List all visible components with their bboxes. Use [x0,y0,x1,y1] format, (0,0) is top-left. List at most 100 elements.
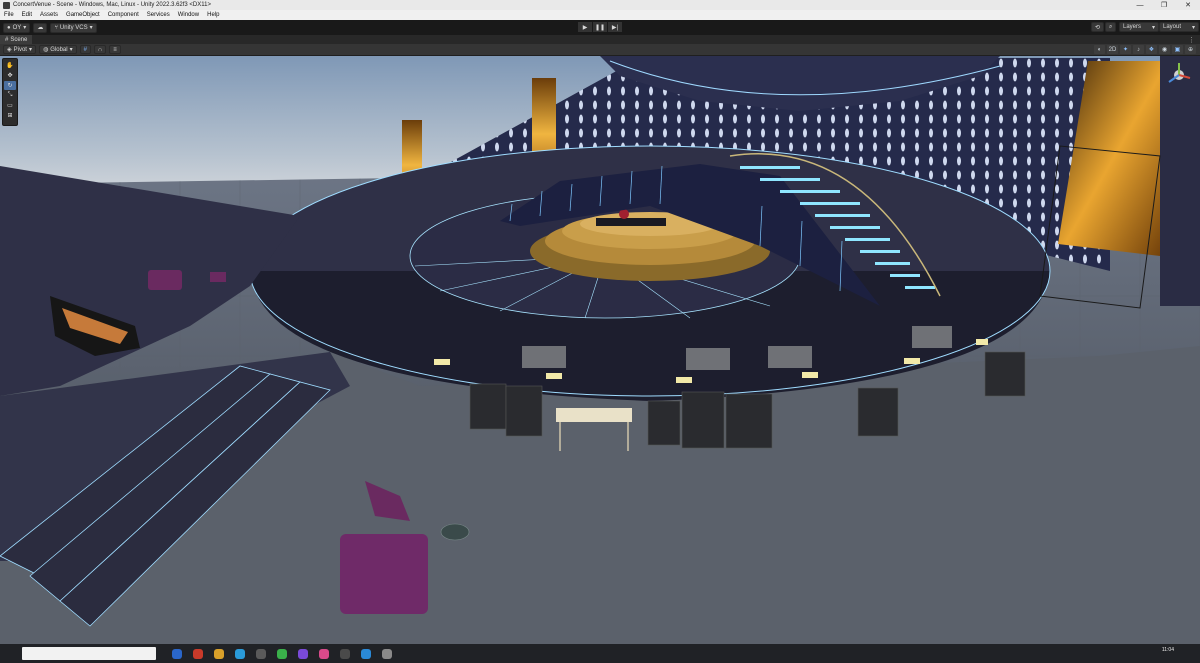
eye-icon: ◉ [1161,47,1168,53]
step-icon: ▶| [611,24,619,31]
scene-render [0,56,1200,644]
vcs-label: Unity VCS [59,24,88,31]
pause-icon: ❚❚ [594,24,606,31]
scale-icon: ⤡ [7,92,13,98]
snap-increment-button[interactable]: ∩ [93,45,107,54]
close-button[interactable]: ✕ [1176,0,1200,10]
camera-icon: ▣ [1174,47,1181,53]
menu-component[interactable]: Component [104,12,143,18]
draw-mode-button[interactable]: ◐ [1094,45,1105,54]
speaker-icon: ♪ [1137,46,1140,53]
search-icon: ⌕ [1109,23,1113,30]
layout-label: Layout [1163,24,1182,30]
unity-icon[interactable] [340,648,350,659]
folder-icon[interactable] [214,648,224,659]
axis-gizmo-icon [1168,63,1191,83]
app-icon[interactable] [256,648,266,659]
branch-icon: ⑂ [54,24,58,31]
maximize-button[interactable]: ❐ [1152,0,1176,10]
light-bulb-icon: ✦ [1122,47,1129,53]
taskbar-search[interactable] [22,647,156,660]
play-icon: ▶ [582,24,588,31]
scale-tool-button[interactable]: ⤡ [4,91,16,100]
snap-settings-button[interactable]: ≡ [109,45,121,54]
history-button[interactable]: ⟲ [1091,22,1105,32]
app-icon[interactable] [193,648,203,659]
menu-gameobject[interactable]: GameObject [62,12,104,18]
browser-icon[interactable] [235,648,245,659]
scene-tool-strip: ✋ ✥ ↻ ⤡ ▭ ⊞ [2,58,18,126]
pivot-dropdown[interactable]: ◈ Pivot ▾ [3,45,36,54]
move-tool-button[interactable]: ✥ [4,71,16,80]
app-icon[interactable] [319,648,329,659]
camera-settings-button[interactable]: ▣ [1172,45,1183,54]
menu-services[interactable]: Services [143,12,174,18]
app-icon[interactable] [298,648,308,659]
2d-toggle[interactable]: 2D [1107,45,1118,54]
taskbar-time: 11:04 [1161,647,1174,653]
chevron-down-icon: ▾ [1151,24,1155,31]
tab-scene[interactable]: # Scene [0,35,33,44]
global-dropdown[interactable]: ◍ Global ▾ [38,45,77,54]
tab-options-icon[interactable]: ⋮ [1188,36,1195,44]
taskbar-clock: 11:04 [1162,647,1174,653]
rotate-tool-button[interactable]: ↻ [4,81,16,90]
effects-toggle[interactable]: ❖ [1146,45,1157,54]
grid-snap-button[interactable]: # [79,45,91,54]
app-icon[interactable] [361,648,371,659]
gizmo-icon: ⊕ [1187,47,1194,53]
scene-viewport[interactable] [0,56,1200,644]
rect-icon: ▭ [7,103,13,109]
cloud-button[interactable]: ☁ [33,22,48,33]
main-toolbar: ● OY ▾ ☁ ⑂ Unity VCS ▾ ▶ ❚❚ ▶| ⟲ ⌕ Layer… [0,20,1200,35]
menu-help[interactable]: Help [203,12,223,18]
transform-tool-button[interactable]: ⊞ [4,111,16,120]
move-icon: ✥ [7,73,13,79]
hand-tool-button[interactable]: ✋ [4,61,16,70]
gizmos-button[interactable]: ⊕ [1185,45,1196,54]
globe-icon: ◍ [42,47,49,53]
account-dropdown[interactable]: ● OY ▾ [3,22,31,33]
pivot-icon: ◈ [7,47,12,53]
account-label: OY [12,24,22,31]
menu-window[interactable]: Window [174,12,203,18]
app-icon[interactable] [382,648,392,659]
window-title: ConcertVenue - Scene - Windows, Mac, Lin… [13,2,211,8]
rotate-icon: ↻ [7,83,13,89]
menu-file[interactable]: File [0,12,18,18]
vcs-dropdown[interactable]: ⑂ Unity VCS ▾ [50,22,97,33]
search-button[interactable]: ⌕ [1105,22,1117,32]
orientation-gizmo[interactable] [1164,60,1194,90]
pause-button[interactable]: ❚❚ [593,22,607,32]
account-icon: ● [7,24,11,31]
chevron-down-icon: ▾ [1191,24,1195,31]
rect-tool-button[interactable]: ▭ [4,101,16,110]
history-icon: ⟲ [1095,24,1101,31]
cloud-icon: ☁ [37,25,44,31]
global-label: Global [50,46,68,53]
scene-toolbar: ◈ Pivot ▾ ◍ Global ▾ # ∩ ≡ ◐ 2D ✦ ♪ ❖ ◉ … [0,44,1200,56]
audio-toggle[interactable]: ♪ [1133,45,1144,54]
layout-dropdown[interactable]: Layout ▾ [1159,22,1199,32]
play-controls: ▶ ❚❚ ▶| [578,22,623,32]
editor-tab-bar: # Scene ⋮ [0,35,1200,44]
step-button[interactable]: ▶| [608,22,622,32]
scene-view-options: ◐ 2D ✦ ♪ ❖ ◉ ▣ ⊕ [1092,45,1196,54]
effects-icon: ❖ [1148,47,1155,53]
app-icon[interactable] [277,648,287,659]
hand-icon: ✋ [6,63,14,69]
settings-icon: ≡ [113,46,117,53]
menu-bar: File Edit Assets GameObject Component Se… [0,10,1200,20]
os-taskbar: 11:04 [0,644,1200,663]
minimize-button[interactable]: — [1128,0,1152,10]
grid-icon: # [83,46,87,53]
layers-dropdown[interactable]: Layers ▾ [1119,22,1159,32]
play-button[interactable]: ▶ [578,22,592,32]
taskview-icon[interactable] [172,648,182,659]
menu-edit[interactable]: Edit [18,12,36,18]
tab-scene-label: Scene [10,36,28,43]
lighting-toggle[interactable]: ✦ [1120,45,1131,54]
hidden-objects-toggle[interactable]: ◉ [1159,45,1170,54]
scene-icon: # [5,36,9,43]
menu-assets[interactable]: Assets [36,12,62,18]
